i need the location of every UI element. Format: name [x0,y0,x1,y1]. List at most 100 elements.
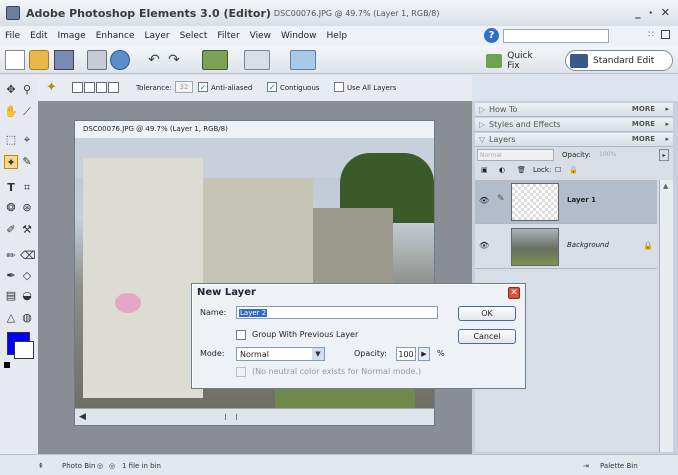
more-button[interactable]: MORE [632,105,655,113]
close-button[interactable]: ✕ [661,6,670,19]
default-colors-icon[interactable] [4,362,10,368]
photo-browser-icon[interactable] [202,50,228,70]
new-file-icon[interactable] [5,50,25,70]
more-arrow-icon[interactable]: ▸ [665,120,669,128]
eraser-tool-icon[interactable]: ⌫ [20,249,36,263]
date-view-icon[interactable] [244,50,270,70]
use-all-layers-checkbox[interactable] [334,82,344,92]
marquee-tool-icon[interactable]: ⬚ [4,133,18,147]
pencil-tool-icon[interactable]: ✏ [4,249,18,263]
help-icon[interactable]: ? [484,28,499,43]
menu-help[interactable]: Help [322,31,353,41]
open-folder-icon[interactable] [29,50,49,70]
layers-scrollbar[interactable]: ▲ [659,180,673,452]
grid-icon[interactable]: ∷ [648,30,654,40]
selection-brush-tool-icon[interactable]: ✎ [20,155,34,169]
new-selection-icon[interactable] [72,82,83,93]
quick-fix-button[interactable]: Quick Fix [482,50,552,71]
magic-wand-tool-icon[interactable]: ✦ [4,155,18,169]
hand-tool-icon[interactable]: ✋ [4,105,18,119]
subtract-selection-icon[interactable] [96,82,107,93]
scroll-up-icon[interactable]: ▲ [663,182,668,190]
gradient-tool-icon[interactable]: ▤ [4,289,18,303]
print-icon[interactable] [87,50,107,70]
move-tool-icon[interactable]: ✥ [4,83,18,97]
menu-window[interactable]: Window [276,31,322,41]
horizontal-scrollbar[interactable]: ◀ [75,408,434,425]
eyedropper-tool-icon[interactable]: ⟋ [20,105,34,119]
photo-bin-label[interactable]: Photo Bin [62,462,95,470]
intersect-selection-icon[interactable] [108,82,119,93]
background-color-swatch[interactable] [14,341,34,359]
window-icon[interactable] [661,30,670,39]
blend-mode-select[interactable]: Normal [477,149,554,161]
sponge-tool-icon[interactable]: ◍ [20,311,34,325]
menu-view[interactable]: View [245,31,276,41]
redo-icon[interactable]: ↷ [166,53,182,67]
crop-tool-icon[interactable]: ⌗ [20,181,34,195]
cookie-cutter-tool-icon[interactable]: ❂ [4,201,18,215]
adjustment-layer-icon[interactable]: ◐ [499,166,505,174]
more-button[interactable]: MORE [632,120,655,128]
anti-aliased-checkbox[interactable]: ✓ [198,82,208,92]
opacity-slider-arrow-icon[interactable]: ▶ [418,347,430,361]
tolerance-input[interactable]: 32 [175,81,193,93]
more-button[interactable]: MORE [632,135,655,143]
scroll-left-icon[interactable]: ◀ [79,412,86,422]
clone-stamp-tool-icon[interactable]: ⚒ [20,223,34,237]
new-layer-icon[interactable]: ▣ [481,166,488,174]
palette-bin-toggle-icon[interactable]: ⇥ [583,462,589,470]
styles-effects-palette-header[interactable]: ▷ Styles and Effects MORE ▸ [475,118,673,132]
menu-image[interactable]: Image [53,31,91,41]
paint-bucket-tool-icon[interactable]: ◇ [20,269,34,283]
layers-palette-header[interactable]: ▽ Layers MORE ▸ [475,133,673,147]
menu-enhance[interactable]: Enhance [91,31,140,41]
brush-tool-icon[interactable]: ✒ [4,269,18,283]
zoom-tool-icon[interactable]: ⚲ [20,83,34,97]
menu-filter[interactable]: Filter [212,31,244,41]
more-arrow-icon[interactable]: ▸ [665,105,669,113]
lasso-tool-icon[interactable]: ⌖ [20,133,34,147]
dialog-close-icon[interactable]: ✕ [508,287,520,299]
menu-layer[interactable]: Layer [140,31,175,41]
visibility-eye-icon[interactable]: 👁 [479,241,489,250]
save-icon[interactable] [54,50,74,70]
red-eye-tool-icon[interactable]: ⊛ [20,201,34,215]
layers-menu-button[interactable]: ▸ [659,149,669,161]
menu-file[interactable]: File [0,31,25,41]
layer-row[interactable]: 👁 ✎ Layer 1 [475,180,657,224]
lock-all-icon[interactable]: 🔒 [569,166,578,174]
email-icon[interactable] [110,50,130,70]
visibility-eye-icon[interactable]: 👁 [479,196,489,205]
menu-edit[interactable]: Edit [25,31,52,41]
help-search-input[interactable] [503,29,609,43]
shape-tool-icon[interactable]: ◒ [20,289,34,303]
next-photo-icon[interactable]: ◎ [109,462,115,470]
chevron-down-icon[interactable]: ▼ [312,348,324,360]
how-to-palette-header[interactable]: ▷ How To MORE ▸ [475,103,673,117]
ok-button[interactable]: OK [458,306,516,321]
create-icon[interactable] [290,50,316,70]
type-tool-icon[interactable]: T [4,181,18,195]
delete-layer-icon[interactable]: 🗑 [517,166,526,174]
healing-brush-tool-icon[interactable]: ✐ [4,223,18,237]
layer-row[interactable]: 👁 Background 🔒 [475,225,657,269]
scroll-thumb[interactable] [225,414,237,420]
palette-bin-label[interactable]: Palette Bin [600,462,638,470]
mode-select[interactable]: Normal ▼ [236,347,325,361]
more-arrow-icon[interactable]: ▸ [665,135,669,143]
add-selection-icon[interactable] [84,82,95,93]
undo-icon[interactable]: ↶ [146,53,162,67]
group-previous-checkbox[interactable] [236,330,246,340]
photo-bin-toggle-icon[interactable]: ⇞ [38,462,44,470]
menu-select[interactable]: Select [175,31,213,41]
opacity-input[interactable]: 100 [396,347,416,361]
magic-wand-preset-icon[interactable]: ✦ [46,80,62,96]
contiguous-checkbox[interactable]: ✓ [267,82,277,92]
blur-tool-icon[interactable]: △ [4,311,18,325]
layer-opacity-value[interactable]: 100% [599,151,616,158]
lock-transparency-icon[interactable]: ☐ [555,166,561,174]
minimize-button[interactable]: _ [635,6,641,19]
standard-edit-button[interactable]: Standard Edit [565,50,673,71]
restore-button[interactable]: · [649,6,653,19]
